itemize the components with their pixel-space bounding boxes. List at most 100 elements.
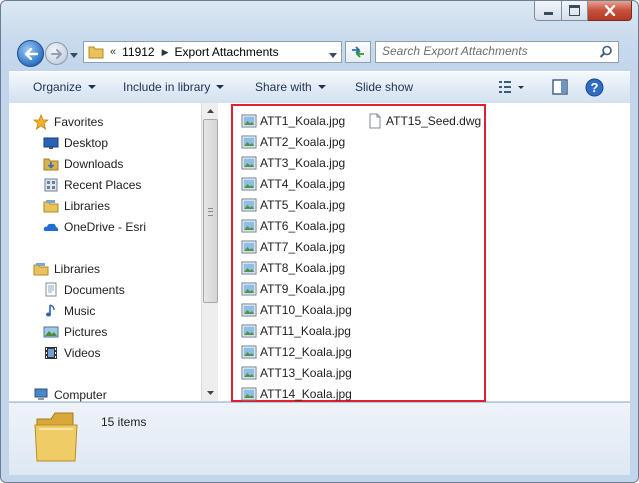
- nav-recent-places-label: Recent Places: [64, 178, 142, 192]
- help-button[interactable]: ?: [585, 78, 604, 100]
- breadcrumb-11912[interactable]: 11912: [122, 45, 154, 59]
- view-options-icon: [499, 81, 524, 93]
- svg-text:?: ?: [591, 80, 599, 95]
- include-in-library-menu[interactable]: Include in library: [123, 80, 225, 94]
- item-count: 15 items: [101, 415, 147, 429]
- minimize-icon: [543, 12, 553, 15]
- file-name: ATT14_Koala.jpg: [260, 387, 352, 401]
- scroll-down-arrow-icon: [206, 391, 214, 395]
- nav-music-label: Music: [64, 304, 96, 318]
- explorer-window: « 11912 ▶ Export Attachments Organize: [0, 0, 639, 483]
- nav-pictures-label: Pictures: [64, 325, 108, 339]
- file-item[interactable]: ATT9_Koala.jpg: [241, 280, 345, 298]
- share-with-menu[interactable]: Share with: [255, 80, 326, 94]
- refresh-button[interactable]: [345, 41, 371, 63]
- file-name: ATT3_Koala.jpg: [260, 156, 346, 170]
- slide-show-button[interactable]: Slide show: [355, 80, 413, 94]
- preview-pane-button[interactable]: [551, 78, 569, 99]
- nav-videos-label: Videos: [64, 346, 101, 360]
- file-item[interactable]: ATT11_Koala.jpg: [241, 322, 351, 340]
- maximize-icon: [569, 5, 580, 16]
- search-icon[interactable]: [599, 45, 613, 59]
- breadcrumb-overflow[interactable]: «: [110, 46, 116, 58]
- recent-places-icon: [43, 177, 59, 193]
- address-bar[interactable]: « 11912 ▶ Export Attachments: [83, 41, 342, 63]
- documents-icon: [43, 282, 59, 298]
- close-icon: [604, 5, 615, 16]
- arrow-right-icon: [50, 48, 62, 59]
- file-item[interactable]: ATT2_Koala.jpg: [241, 133, 345, 151]
- image-file-icon: [241, 198, 257, 212]
- recent-pages-dropdown[interactable]: [70, 47, 78, 61]
- file-item[interactable]: ATT3_Koala.jpg: [241, 154, 345, 172]
- search-input[interactable]: [376, 42, 592, 60]
- organize-label: Organize: [33, 80, 82, 94]
- caret-down-icon: [87, 85, 96, 89]
- close-button[interactable]: [588, 1, 632, 21]
- file-name: ATT10_Koala.jpg: [260, 303, 352, 317]
- nav-libraries-label: Libraries: [54, 262, 101, 276]
- breadcrumb-separator-icon[interactable]: ▶: [162, 47, 169, 58]
- maximize-button[interactable]: [562, 1, 588, 21]
- file-item[interactable]: ATT12_Koala.jpg: [241, 343, 352, 361]
- nav-downloads[interactable]: Downloads: [43, 155, 123, 173]
- preview-pane-icon: [552, 79, 568, 95]
- nav-music[interactable]: Music: [43, 302, 95, 320]
- file-item[interactable]: ATT10_Koala.jpg: [241, 301, 352, 319]
- file-name: ATT5_Koala.jpg: [260, 198, 346, 212]
- back-button[interactable]: [17, 40, 44, 67]
- caret-down-icon: [216, 85, 225, 89]
- minimize-button[interactable]: [534, 1, 562, 21]
- nav-onedrive[interactable]: OneDrive - Esri: [43, 218, 146, 236]
- scroll-down-button[interactable]: [202, 385, 218, 401]
- file-item[interactable]: ATT7_Koala.jpg: [241, 238, 345, 256]
- file-item[interactable]: ATT6_Koala.jpg: [241, 217, 345, 235]
- file-item[interactable]: ATT1_Koala.jpg: [241, 112, 345, 130]
- computer-icon: [33, 387, 49, 403]
- scroll-up-button[interactable]: [202, 103, 218, 119]
- forward-button[interactable]: [45, 42, 68, 65]
- file-name: ATT1_Koala.jpg: [260, 114, 346, 128]
- nav-videos[interactable]: Videos: [43, 344, 100, 362]
- scroll-thumb[interactable]: [203, 119, 218, 303]
- generic-file-icon: [369, 113, 381, 129]
- nav-pictures[interactable]: Pictures: [43, 323, 107, 341]
- search-box[interactable]: [375, 41, 619, 63]
- chevron-down-icon: [329, 53, 337, 58]
- caret-down-icon: [317, 85, 326, 89]
- music-note-icon: [43, 303, 59, 319]
- file-item[interactable]: ATT14_Koala.jpg: [241, 385, 352, 403]
- arrow-left-icon: [24, 47, 38, 60]
- nav-libraries[interactable]: Libraries: [33, 260, 100, 278]
- file-item[interactable]: ATT8_Koala.jpg: [241, 259, 345, 277]
- image-file-icon: [241, 114, 257, 128]
- nav-desktop[interactable]: Desktop: [43, 134, 108, 152]
- image-file-icon: [241, 219, 257, 233]
- desktop-icon: [43, 135, 59, 151]
- file-item[interactable]: ATT4_Koala.jpg: [241, 175, 345, 193]
- file-name: ATT4_Koala.jpg: [260, 177, 346, 191]
- file-name: ATT8_Koala.jpg: [260, 261, 346, 275]
- nav-documents[interactable]: Documents: [43, 281, 125, 299]
- nav-pane-scrollbar[interactable]: [201, 103, 218, 401]
- nav-recent-places[interactable]: Recent Places: [43, 176, 141, 194]
- pictures-icon: [43, 324, 59, 340]
- file-item[interactable]: ATT5_Koala.jpg: [241, 196, 345, 214]
- image-file-icon: [241, 345, 257, 359]
- address-history-dropdown[interactable]: [329, 47, 337, 61]
- content-area: Favorites Desktop Downloads Recent Place…: [9, 103, 630, 403]
- organize-menu[interactable]: Organize: [33, 80, 96, 94]
- scroll-up-arrow-icon: [206, 109, 214, 113]
- navigation-pane: Favorites Desktop Downloads Recent Place…: [9, 103, 199, 403]
- breadcrumb-export-attachments[interactable]: Export Attachments: [175, 45, 279, 59]
- nav-favorites[interactable]: Favorites: [33, 113, 103, 131]
- chevron-down-icon: [70, 53, 78, 58]
- file-item[interactable]: ATT13_Koala.jpg: [241, 364, 352, 382]
- file-item[interactable]: ATT15_Seed.dwg: [367, 112, 481, 130]
- star-icon: [33, 114, 49, 130]
- include-in-library-label: Include in library: [123, 80, 211, 94]
- file-name: ATT15_Seed.dwg: [386, 114, 482, 128]
- nav-favorites-libraries[interactable]: Libraries: [43, 197, 110, 215]
- nav-downloads-label: Downloads: [64, 157, 124, 171]
- change-view-button[interactable]: [497, 78, 527, 99]
